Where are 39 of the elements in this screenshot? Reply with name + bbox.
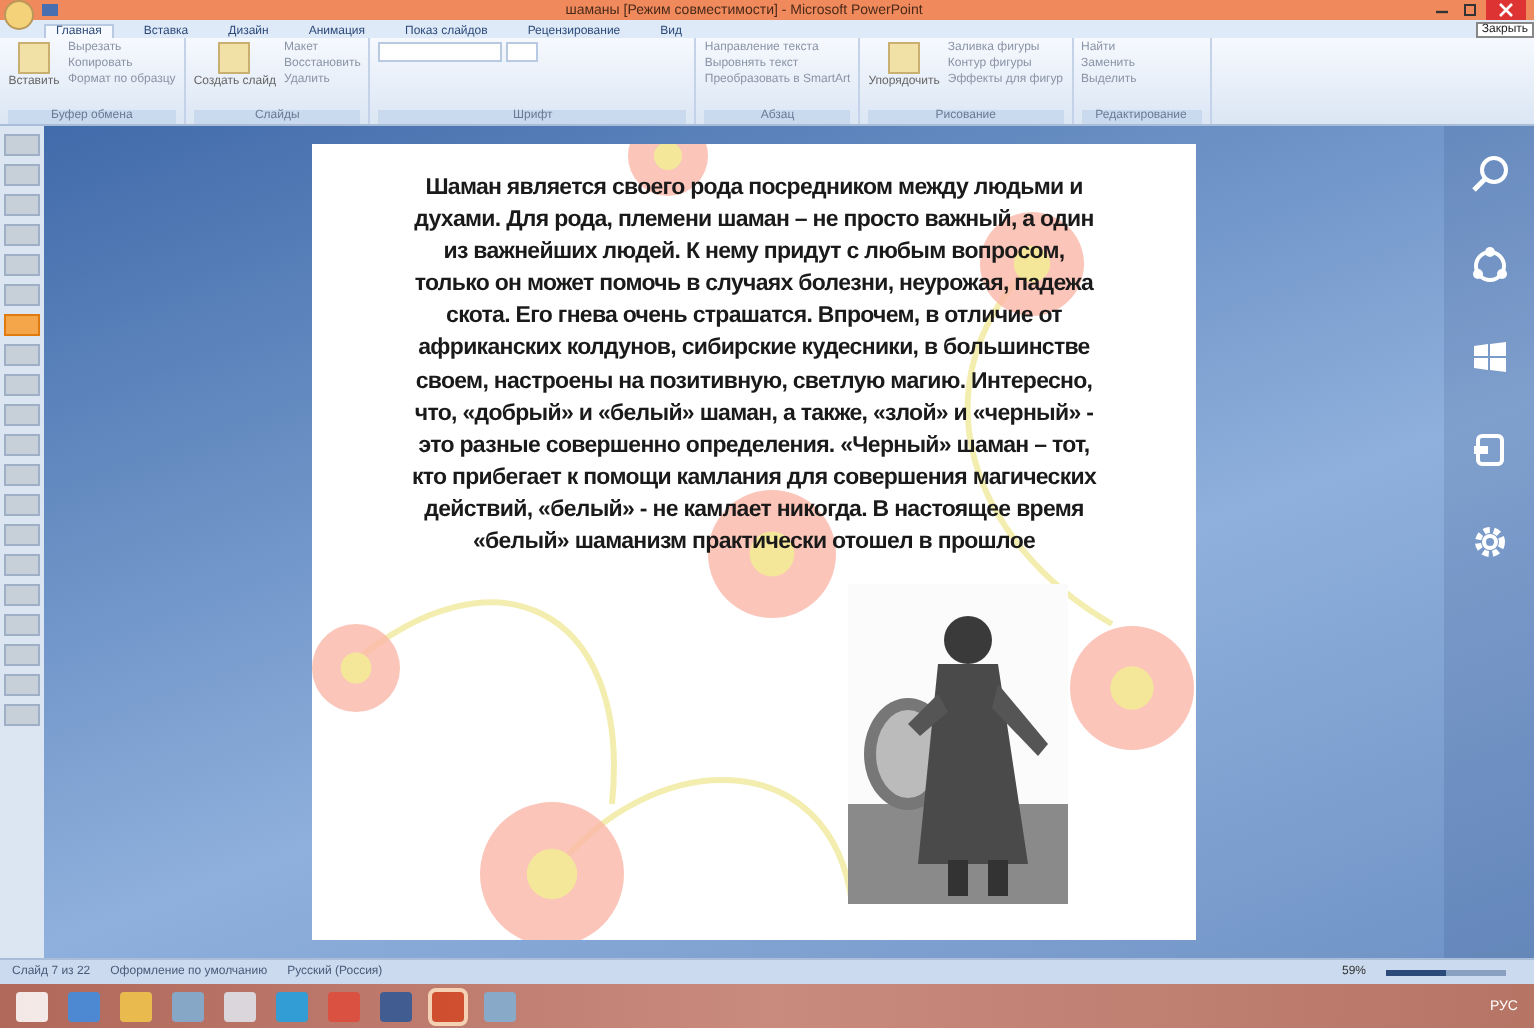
slide-thumbnail[interactable] [4,254,40,276]
slide-thumbnail[interactable] [4,284,40,306]
slide-thumbnail[interactable] [4,434,40,456]
slide-thumbnail[interactable] [4,224,40,246]
maximize-button[interactable] [1458,0,1482,20]
taskbar-app-icon[interactable] [120,991,152,1021]
slide-thumbnail[interactable] [4,494,40,516]
slide-thumbnail[interactable] [4,524,40,546]
windows-icon[interactable] [1469,338,1509,378]
slide-thumbnail[interactable] [4,644,40,666]
zoom-thumb[interactable] [1386,969,1446,975]
office-button[interactable] [4,0,34,29]
slide-thumbnail[interactable] [4,464,40,486]
slide-thumbnail[interactable] [4,674,40,696]
slide-thumbnail[interactable] [4,314,40,336]
slide-thumbnail[interactable] [4,164,40,186]
zoom-slider[interactable] [1386,969,1506,975]
slide-thumbnail[interactable] [4,374,40,396]
slide-thumbnail[interactable] [4,554,40,576]
size-field[interactable] [506,42,539,62]
slide-thumbnail[interactable] [4,404,40,426]
taskbar-app-icon[interactable] [380,991,412,1021]
taskbar-app-icon[interactable] [172,991,204,1021]
share-icon[interactable] [1469,246,1509,286]
slide-thumbnail[interactable] [4,194,40,216]
slide-thumbnail[interactable] [4,134,40,156]
search-icon[interactable] [1469,154,1509,194]
slide-thumbnail[interactable] [4,704,40,726]
slide-thumbnail[interactable] [4,614,40,636]
slide-thumbnail[interactable] [4,344,40,366]
taskbar-app-icon[interactable] [432,991,464,1021]
close-button[interactable] [1486,0,1526,20]
taskbar-app-icon[interactable] [16,991,48,1021]
settings-icon[interactable] [1469,522,1509,562]
slide-text: Шаман является своего рода посредником между людьми и духами. Для рода, племени шаман – не просто важный, а один из важнейших людей. К нему придут с любым вопросом, только он может помочь в случаях болезни, неурожая, падежа скота. Его гнева очень страшатся. Впрочем, в отличие от африканских колдунов, сибирские кудесники, в большинстве своем, настроены на позитивную, светлую магию. Интересно, что, «добрый» и «белый» шаман, а также, «злой» и «черный» - это разные совершенно определения. «Черный» шаман – тот, кто прибегает к помощи камлания для совершения магических действий, «белый» - не камлает никогда. В настоящее время «белый» шаманизм практически отошел в прошлое [409,174,1099,559]
slide-thumbnail[interactable] [4,584,40,606]
taskbar-app-icon[interactable] [224,991,256,1021]
font-field[interactable] [378,42,503,62]
devices-icon[interactable] [1469,430,1509,470]
